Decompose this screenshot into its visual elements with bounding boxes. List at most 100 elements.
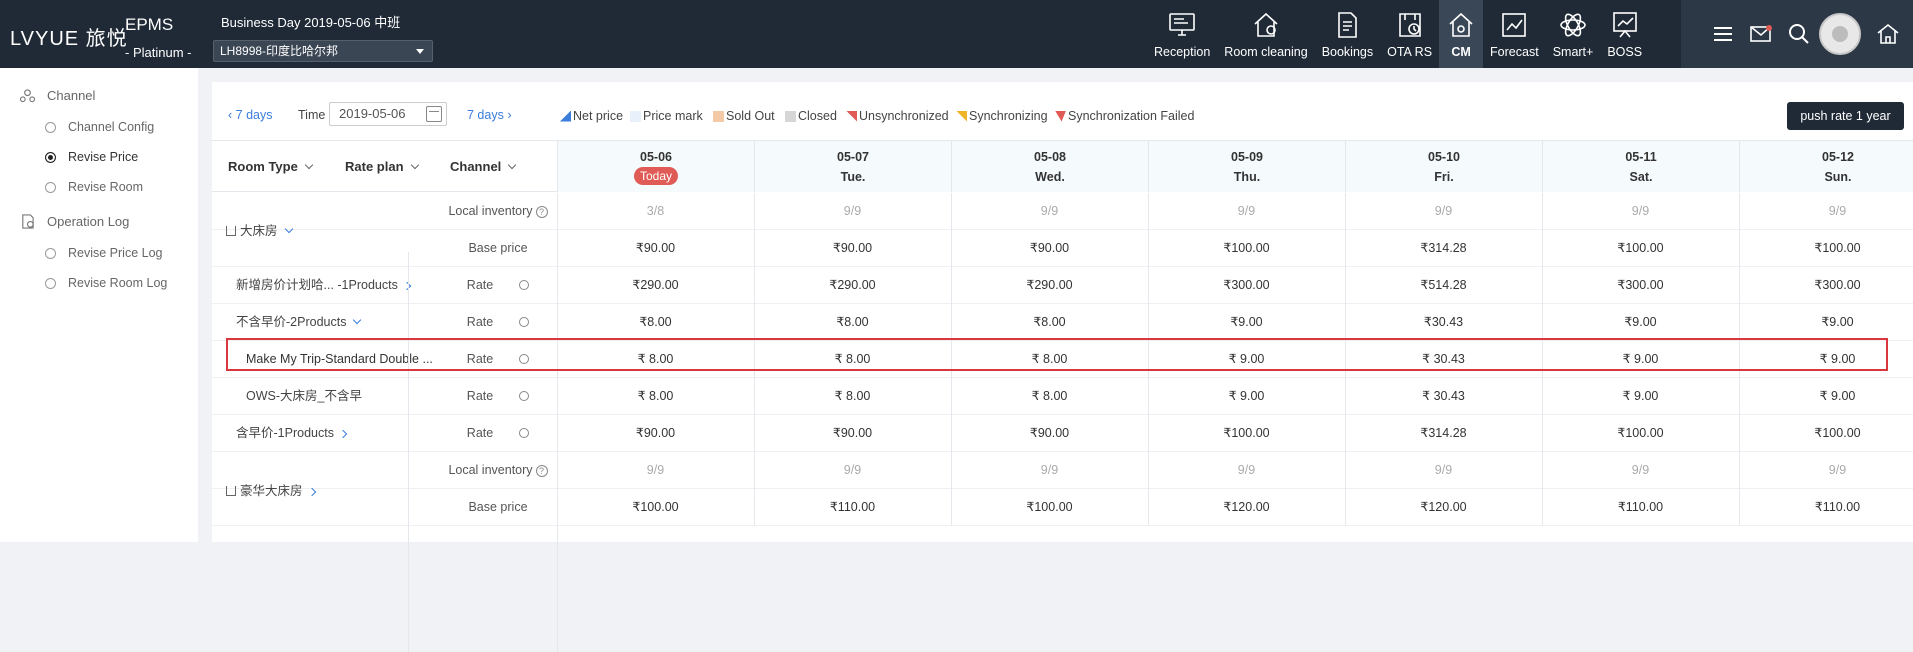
col-channel[interactable]: Channel xyxy=(450,159,517,174)
price-cell[interactable]: ₹ 9.00 xyxy=(1739,378,1913,415)
sidebar-group-operation-log[interactable]: Operation Log xyxy=(20,214,129,229)
price-cell[interactable]: ₹514.28 xyxy=(1345,267,1542,304)
price-cell[interactable]: ₹100.00 xyxy=(1148,415,1345,452)
nav-smart[interactable]: Smart+ xyxy=(1546,0,1601,68)
price-cell[interactable]: ₹90.00 xyxy=(951,230,1148,267)
price-cell[interactable]: ₹ 8.00 xyxy=(754,378,951,415)
sidebar-item-channel-config[interactable]: Channel Config xyxy=(45,120,154,134)
price-cell[interactable]: ₹90.00 xyxy=(754,230,951,267)
price-cell[interactable]: 9/9 xyxy=(1542,452,1739,489)
price-cell[interactable]: 9/9 xyxy=(1542,193,1739,230)
price-cell[interactable]: ₹110.00 xyxy=(1542,489,1739,526)
table-row: Base price ₹90.00 ₹90.00 ₹90.00 ₹100.00 ₹314.… xyxy=(212,230,1913,267)
price-cell[interactable]: 9/9 xyxy=(1739,193,1913,230)
next-7-days-link[interactable]: 7 days › xyxy=(467,108,511,122)
price-cell[interactable]: ₹290.00 xyxy=(557,267,754,304)
price-cell[interactable]: ₹300.00 xyxy=(1148,267,1345,304)
price-cell[interactable]: ₹314.28 xyxy=(1345,415,1542,452)
price-cell[interactable]: ₹ 8.00 xyxy=(557,378,754,415)
menu-icon[interactable] xyxy=(1711,22,1735,46)
room-type-deluxe-king[interactable]: 豪华大床房 xyxy=(226,473,316,510)
legend-price-mark: Price mark xyxy=(630,109,703,123)
push-rate-button[interactable]: push rate 1 year xyxy=(1787,102,1904,130)
home-icon[interactable] xyxy=(1876,22,1900,46)
help-icon[interactable]: ? xyxy=(535,465,548,477)
link-icon[interactable] xyxy=(517,388,532,404)
price-cell[interactable]: 9/9 xyxy=(1345,193,1542,230)
price-cell[interactable]: ₹9.00 xyxy=(1542,304,1739,341)
price-cell[interactable]: ₹90.00 xyxy=(557,415,754,452)
price-cell[interactable]: ₹100.00 xyxy=(951,489,1148,526)
col-room-type[interactable]: Room Type xyxy=(228,159,314,174)
nav-room-cleaning[interactable]: Room cleaning xyxy=(1217,0,1314,68)
price-cell[interactable]: ₹8.00 xyxy=(557,304,754,341)
price-cell[interactable]: ₹100.00 xyxy=(557,489,754,526)
search-icon[interactable] xyxy=(1787,22,1811,46)
price-cell[interactable]: ₹100.00 xyxy=(1542,230,1739,267)
price-cell[interactable]: ₹110.00 xyxy=(1739,489,1913,526)
rate-grid: Room Type Rate plan Channel 05-06 Today 05… xyxy=(212,140,1913,652)
price-cell[interactable]: ₹ 8.00 xyxy=(951,378,1148,415)
sidebar-item-revise-price-log[interactable]: Revise Price Log xyxy=(45,246,163,260)
price-cell[interactable]: ₹100.00 xyxy=(1542,415,1739,452)
avatar[interactable] xyxy=(1819,13,1861,55)
nav-cm[interactable]: CM xyxy=(1439,0,1484,68)
link-icon[interactable] xyxy=(517,425,532,441)
sidebar-item-revise-room-log[interactable]: Revise Room Log xyxy=(45,276,167,290)
sidebar-group-channel[interactable]: Channel xyxy=(20,88,95,103)
link-icon[interactable] xyxy=(517,277,532,293)
price-cell[interactable]: ₹120.00 xyxy=(1148,489,1345,526)
price-cell[interactable]: ₹8.00 xyxy=(754,304,951,341)
price-cell[interactable]: 9/9 xyxy=(557,452,754,489)
price-cell[interactable]: 9/9 xyxy=(1148,193,1345,230)
price-cell[interactable]: ₹100.00 xyxy=(1739,415,1913,452)
price-cell[interactable]: ₹ 9.00 xyxy=(1542,378,1739,415)
price-cell[interactable]: 3/8 xyxy=(557,193,754,230)
sidebar-item-revise-price[interactable]: Revise Price xyxy=(45,150,138,164)
price-cell[interactable]: ₹110.00 xyxy=(754,489,951,526)
price-cell[interactable]: ₹8.00 xyxy=(951,304,1148,341)
price-cell[interactable]: 9/9 xyxy=(1739,452,1913,489)
nav-boss[interactable]: BOSS xyxy=(1600,0,1649,68)
price-cell[interactable]: ₹300.00 xyxy=(1739,267,1913,304)
prev-7-days-link[interactable]: ‹ 7 days xyxy=(228,108,272,122)
nav-bookings[interactable]: Bookings xyxy=(1315,0,1380,68)
price-cell[interactable]: ₹30.43 xyxy=(1345,304,1542,341)
price-cell[interactable]: ₹ 9.00 xyxy=(1148,378,1345,415)
price-cell[interactable]: ₹9.00 xyxy=(1148,304,1345,341)
rate-plan-label[interactable]: OWS-大床房_不含早 xyxy=(246,378,362,415)
sidebar-item-revise-room[interactable]: Revise Room xyxy=(45,180,143,194)
price-cell[interactable]: ₹290.00 xyxy=(754,267,951,304)
mail-icon[interactable] xyxy=(1749,22,1773,46)
price-cell[interactable]: ₹100.00 xyxy=(1148,230,1345,267)
price-cell[interactable]: ₹100.00 xyxy=(1739,230,1913,267)
price-cell[interactable]: ₹90.00 xyxy=(754,415,951,452)
price-cell[interactable]: 9/9 xyxy=(754,193,951,230)
price-cell[interactable]: 9/9 xyxy=(1148,452,1345,489)
rate-plan-label[interactable]: 不含早价-2Products xyxy=(236,304,362,341)
col-rate-plan[interactable]: Rate plan xyxy=(345,159,419,174)
price-cell[interactable]: ₹ 30.43 xyxy=(1345,378,1542,415)
price-cell[interactable]: ₹314.28 xyxy=(1345,230,1542,267)
date-picker[interactable]: 2019-05-06 xyxy=(329,102,447,126)
price-cell[interactable]: 9/9 xyxy=(1345,452,1542,489)
price-cell[interactable]: ₹90.00 xyxy=(951,415,1148,452)
price-cell[interactable]: ₹9.00 xyxy=(1739,304,1913,341)
link-icon[interactable] xyxy=(517,314,532,330)
nav-reception[interactable]: Reception xyxy=(1147,0,1217,68)
help-icon[interactable]: ? xyxy=(535,206,548,218)
price-cell[interactable]: ₹290.00 xyxy=(951,267,1148,304)
price-cell[interactable]: ₹300.00 xyxy=(1542,267,1739,304)
price-cell[interactable]: ₹90.00 xyxy=(557,230,754,267)
price-cell[interactable]: 9/9 xyxy=(951,452,1148,489)
hotel-select[interactable]: LH8998-印度比哈尔邦 xyxy=(213,40,433,62)
table-row: Base price ₹100.00 ₹110.00 ₹100.00 ₹120.00 ₹1… xyxy=(212,489,1913,526)
room-type-king[interactable]: 大床房 xyxy=(226,213,293,250)
price-cell[interactable]: 9/9 xyxy=(951,193,1148,230)
price-cell[interactable]: ₹120.00 xyxy=(1345,489,1542,526)
price-cell[interactable]: 9/9 xyxy=(754,452,951,489)
rate-plan-label[interactable]: 含早价-1Products xyxy=(236,415,348,452)
nav-forecast[interactable]: Forecast xyxy=(1483,0,1546,68)
nav-ota-rs[interactable]: OTA RS xyxy=(1380,0,1439,68)
rate-plan-label[interactable]: 新增房价计划哈... -1Products xyxy=(236,267,412,304)
